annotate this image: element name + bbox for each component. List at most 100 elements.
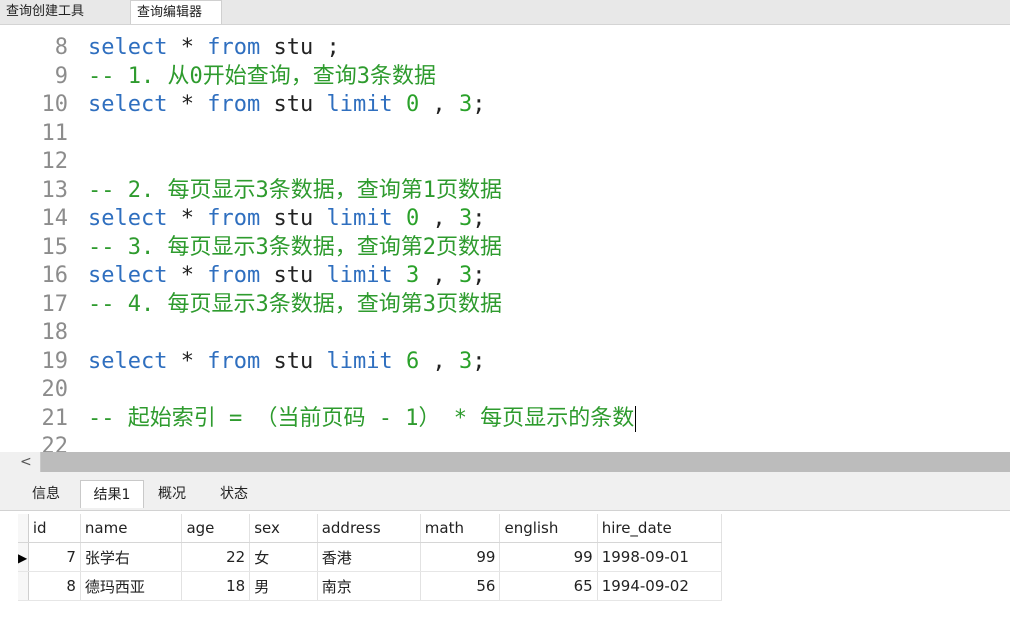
code-token: limit	[326, 92, 393, 117]
tab-query-builder[interactable]: 查询创建工具	[0, 0, 128, 24]
code-token: select	[88, 92, 168, 117]
code-text: select * from stu limit 0 , 3;	[88, 91, 485, 119]
column-header-id[interactable]: id	[28, 514, 81, 543]
cell-address[interactable]: 香港	[317, 542, 421, 572]
tab-profile[interactable]: 概况	[144, 480, 200, 508]
code-token: *	[167, 263, 208, 288]
code-token: ,	[419, 92, 459, 117]
column-header-sex[interactable]: sex	[249, 514, 318, 543]
cell-math[interactable]: 56	[420, 571, 501, 601]
line-number: 20	[41, 377, 69, 402]
code-text: select * from stu ;	[88, 34, 340, 62]
code-token: stu	[260, 35, 327, 60]
code-token: select	[88, 206, 168, 231]
column-header-hire-date[interactable]: hire_date	[597, 514, 723, 543]
cell-id[interactable]: 8	[28, 571, 81, 601]
code-token: stu	[260, 206, 327, 231]
column-header-name[interactable]: name	[80, 514, 183, 543]
text-caret	[635, 405, 637, 432]
code-text: -- 4. 每页显示3条数据，查询第3页数据	[88, 291, 502, 319]
cell-english[interactable]: 65	[499, 571, 598, 601]
line-number: 13	[41, 177, 69, 203]
chevron-left-icon[interactable]: <	[20, 454, 32, 470]
line-number: 12	[41, 149, 69, 174]
code-text: -- 3. 每页显示3条数据，查询第2页数据	[88, 234, 502, 262]
code-token: ;	[472, 92, 486, 117]
code-token: stu	[260, 263, 327, 288]
horizontal-scrollbar[interactable]	[0, 452, 1010, 472]
line-number: 11	[41, 120, 69, 146]
line-number: 22	[41, 434, 69, 452]
table-row[interactable]: ▶ 7 张学右 22 女香港 99 99 1998-09-01	[18, 542, 723, 572]
code-token: -- 起始索引 = （当前页码 - 1） * 每页显示的条数	[88, 405, 635, 431]
row-selector-header	[18, 514, 29, 543]
code-token: limit	[326, 348, 393, 374]
code-token: ;	[326, 35, 340, 60]
line-number: 17	[41, 291, 69, 317]
code-token: -- 3. 每页显示3条数据，查询第2页数据	[88, 234, 502, 260]
code-token: ;	[472, 206, 486, 231]
row-selector[interactable]: ▶	[18, 542, 29, 572]
column-header-english[interactable]: english	[499, 514, 598, 543]
code-token: 3	[458, 263, 473, 288]
column-header-address[interactable]: address	[317, 514, 421, 543]
code-token: limit	[326, 206, 393, 231]
code-token: ,	[419, 206, 459, 231]
line-number: 8	[54, 35, 68, 60]
code-token: select	[88, 348, 168, 374]
line-number: 16	[41, 263, 69, 288]
code-token: *	[167, 348, 208, 374]
line-number: 19	[41, 348, 69, 374]
line-number: 15	[41, 234, 69, 260]
code-token: *	[167, 35, 208, 60]
code-token: 0	[405, 92, 420, 117]
line-number: 18	[41, 320, 69, 345]
current-row-icon: ▶	[18, 551, 28, 565]
code-token: ;	[472, 348, 486, 374]
cell-address[interactable]: 南京	[317, 571, 421, 601]
code-text: -- 起始索引 = （当前页码 - 1） * 每页显示的条数	[88, 405, 637, 433]
line-number: 9	[54, 63, 68, 89]
query-tab-bar: 查询创建工具 查询编辑器	[0, 0, 1010, 25]
code-token: select	[88, 35, 168, 60]
row-selector[interactable]	[18, 571, 29, 601]
line-number: 10	[41, 92, 69, 117]
code-token: stu	[260, 348, 327, 374]
column-header-age[interactable]: age	[181, 514, 251, 543]
cell-age[interactable]: 22	[181, 542, 251, 572]
code-token: 3	[405, 263, 420, 288]
code-token: stu	[260, 92, 327, 117]
code-token: -- 4. 每页显示3条数据，查询第3页数据	[88, 291, 502, 317]
code-token: 3	[458, 206, 473, 231]
cell-math[interactable]: 99	[420, 542, 501, 572]
cell-hire-date[interactable]: 1994-09-02	[597, 571, 723, 601]
tab-info[interactable]: 信息	[20, 480, 72, 508]
cell-english[interactable]: 99	[499, 542, 598, 572]
cell-age[interactable]: 18	[181, 571, 251, 601]
code-token: -- 2. 每页显示3条数据，查询第1页数据	[88, 177, 502, 203]
code-token: from	[207, 263, 261, 288]
tab-result-1[interactable]: 结果1	[80, 480, 144, 508]
code-text: select * from stu limit 3 , 3;	[88, 262, 485, 290]
tab-query-editor[interactable]: 查询编辑器	[130, 0, 222, 24]
code-token: ,	[419, 263, 459, 288]
cell-sex[interactable]: 男	[249, 571, 318, 601]
code-token: -- 1. 从0开始查询，查询3条数据	[88, 63, 436, 89]
code-token: ,	[419, 348, 459, 374]
result-grid[interactable]: id name age sex address math english hire_date …	[18, 514, 723, 601]
code-text: -- 1. 从0开始查询，查询3条数据	[88, 63, 436, 91]
tab-status[interactable]: 状态	[206, 480, 262, 508]
sql-editor[interactable]: 8 select * from stu ; 9 -- 1. 从0开始查询，查询3条数据…	[0, 26, 1010, 452]
cell-sex[interactable]: 女	[249, 542, 318, 572]
cell-id[interactable]: 7	[28, 542, 81, 572]
cell-name[interactable]: 德玛西亚	[80, 571, 183, 601]
cell-name[interactable]: 张学右	[80, 542, 183, 572]
cell-hire-date[interactable]: 1998-09-01	[597, 542, 723, 572]
code-token: from	[207, 348, 261, 374]
code-token: 0	[405, 206, 420, 231]
column-header-math[interactable]: math	[420, 514, 501, 543]
table-row[interactable]: 8 德玛西亚 18 男南京 56 65 1994-09-02	[18, 571, 723, 601]
line-number: 14	[41, 206, 69, 231]
